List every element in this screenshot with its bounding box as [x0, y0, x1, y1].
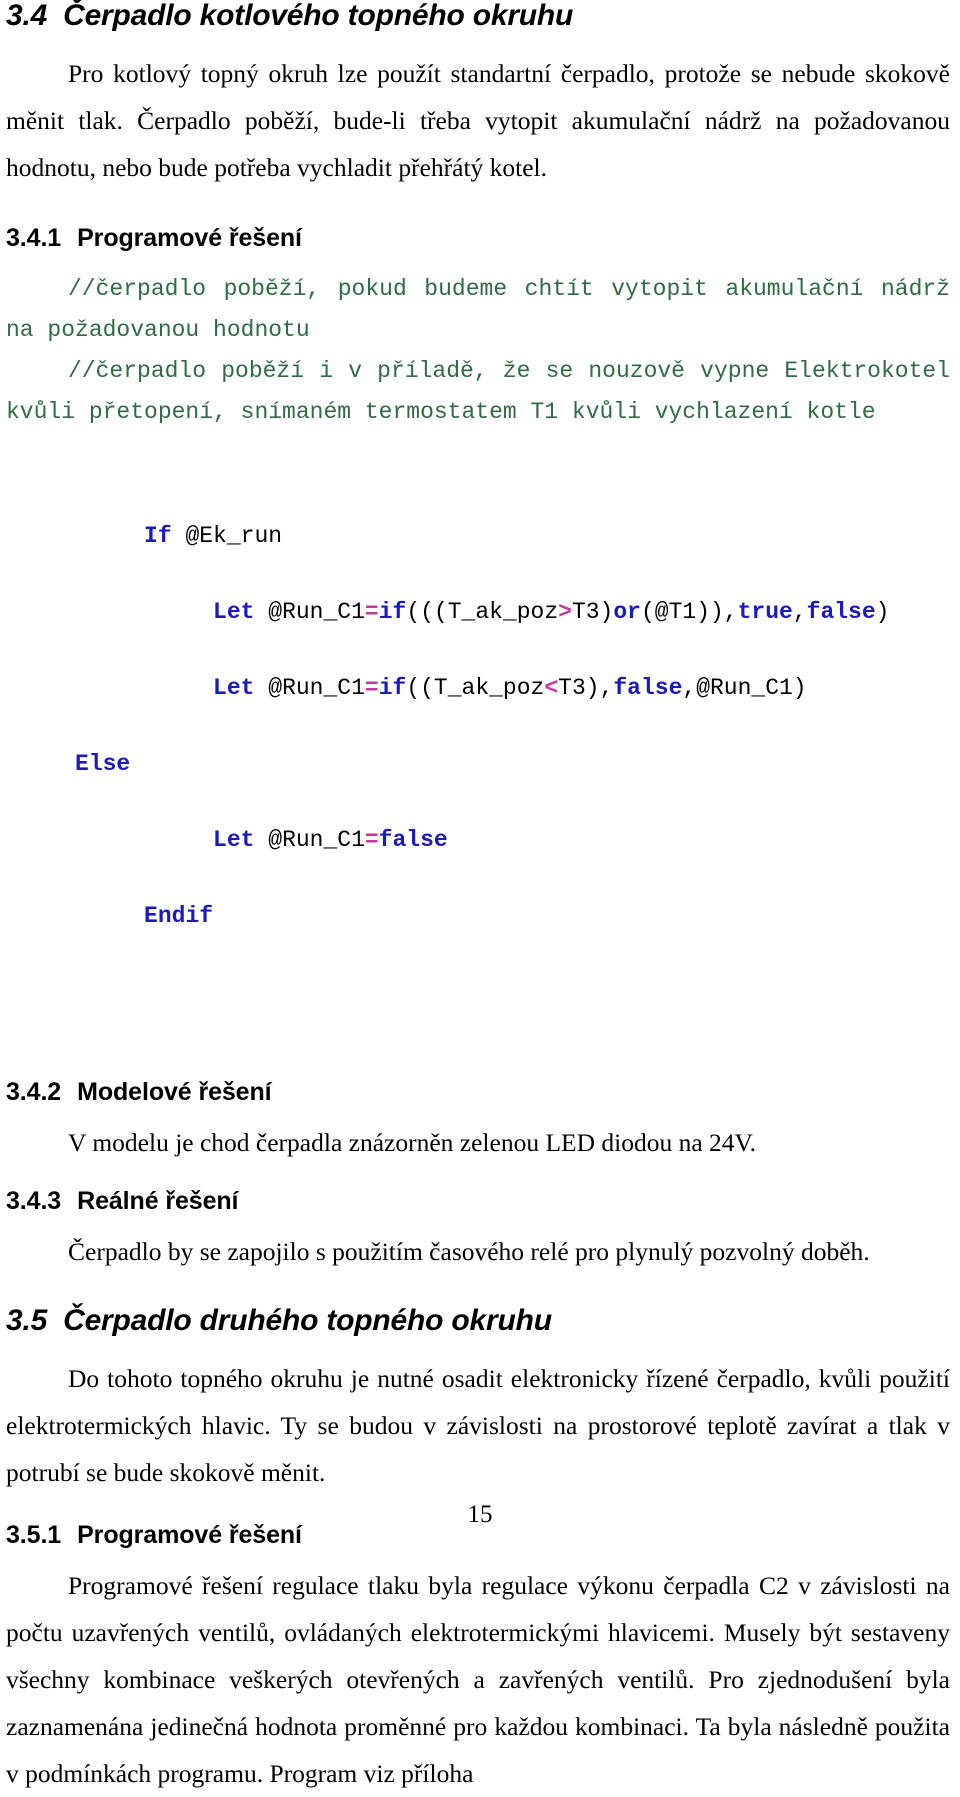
heading-3-4-1: 3.4.1 Programové řešení: [6, 223, 950, 252]
code-text: (@T1)),: [640, 598, 738, 625]
code-text: ((T_ak_poz: [406, 674, 545, 701]
heading-3-4-1-title: Programové řešení: [77, 223, 302, 252]
code-line-let-1: Let @Run_C1=if(((T_ak_poz>T3)or(@T1)),tr…: [6, 593, 950, 631]
code-line-if: If @Ek_run: [6, 517, 950, 555]
keyword-let: Let: [213, 598, 255, 625]
operator-assign: =: [364, 826, 379, 853]
code-text: T3): [571, 598, 614, 625]
heading-3-5-title: Čerpadlo druhého topného okruhu: [63, 1304, 552, 1338]
keyword-if-fn: if: [378, 598, 407, 625]
code-line-let-3: Let @Run_C1=false: [6, 821, 950, 859]
page-number: 15: [467, 1501, 493, 1528]
keyword-let: Let: [213, 674, 255, 701]
operator-assign: =: [364, 674, 379, 701]
paragraph-3-4-3: Čerpadlo by se zapojilo s použitím časov…: [68, 1237, 870, 1267]
keyword-or: or: [613, 598, 641, 625]
keyword-if-fn: if: [378, 674, 407, 701]
code-text: @Ek_run: [171, 522, 283, 549]
operator-less-than: <: [544, 674, 559, 701]
keyword-else: Else: [75, 750, 131, 777]
keyword-endif: Endif: [144, 902, 214, 929]
code-line-else: Else: [6, 745, 950, 783]
operator-assign: =: [364, 598, 379, 625]
heading-3-4-2: 3.4.2 Modelové řešení: [6, 1079, 950, 1105]
paragraph-3-4: Pro kotlový topný okruh lze použít stand…: [6, 58, 950, 182]
heading-3-4-3-title: Reálné řešení: [77, 1187, 239, 1215]
code-comment-2: //čerpadlo poběží i v příladě, že se nou…: [6, 357, 950, 425]
heading-3-5: 3.5 Čerpadlo druhého topného okruhu: [6, 1305, 950, 1337]
code-text: ,: [792, 598, 807, 625]
paragraph-3-4-2: V modelu je chod čerpadla znázorněn zele…: [68, 1128, 757, 1157]
heading-3-4-3-number: 3.4.3: [6, 1187, 62, 1215]
code-text: @Run_C1: [254, 674, 365, 701]
heading-3-4-title: Čerpadlo kotlového topného okruhu: [63, 0, 574, 32]
heading-3-4-3: 3.4.3 Reálné řešení: [6, 1188, 950, 1214]
heading-3-4-number: 3.4: [6, 0, 48, 32]
heading-3-4-1-number: 3.4.1: [6, 223, 62, 252]
keyword-let: Let: [213, 826, 255, 853]
keyword-false: false: [613, 674, 683, 701]
code-text: @Run_C1: [254, 826, 365, 853]
code-line-endif: Endif: [6, 897, 950, 935]
keyword-false: false: [806, 598, 876, 625]
code-text: ,@Run_C1): [682, 674, 807, 701]
operator-greater-than: >: [558, 598, 572, 625]
code-text: @Run_C1: [254, 598, 365, 625]
heading-3-4-2-title: Modelové řešení: [77, 1077, 272, 1106]
heading-3-5-number: 3.5: [6, 1304, 48, 1338]
code-text: T3),: [558, 674, 614, 701]
keyword-if: If: [144, 522, 172, 549]
heading-3-4-2-number: 3.4.2: [6, 1077, 62, 1106]
paragraph-3-5: Do tohoto topného okruhu je nutné osadit…: [6, 1363, 950, 1487]
keyword-false: false: [378, 826, 448, 853]
code-line-let-2: Let @Run_C1=if((T_ak_poz<T3),false,@Run_…: [6, 669, 950, 707]
code-block: If @Ek_run Let @Run_C1=if(((T_ak_poz>T3)…: [6, 479, 950, 1011]
document-page: 3.4 Čerpadlo kotlového topného okruhu Pro…: [0, 0, 960, 1788]
heading-3-4: 3.4 Čerpadlo kotlového topného okruhu: [6, 0, 950, 32]
keyword-true: true: [737, 598, 793, 625]
code-comment-1: //čerpadlo poběží, pokud budeme chtít vy…: [6, 275, 950, 343]
code-text: (((T_ak_poz: [406, 598, 559, 625]
paragraph-3-5-1: Programové řešení regulace tlaku byla re…: [6, 1571, 950, 1788]
code-text: ): [875, 598, 890, 625]
